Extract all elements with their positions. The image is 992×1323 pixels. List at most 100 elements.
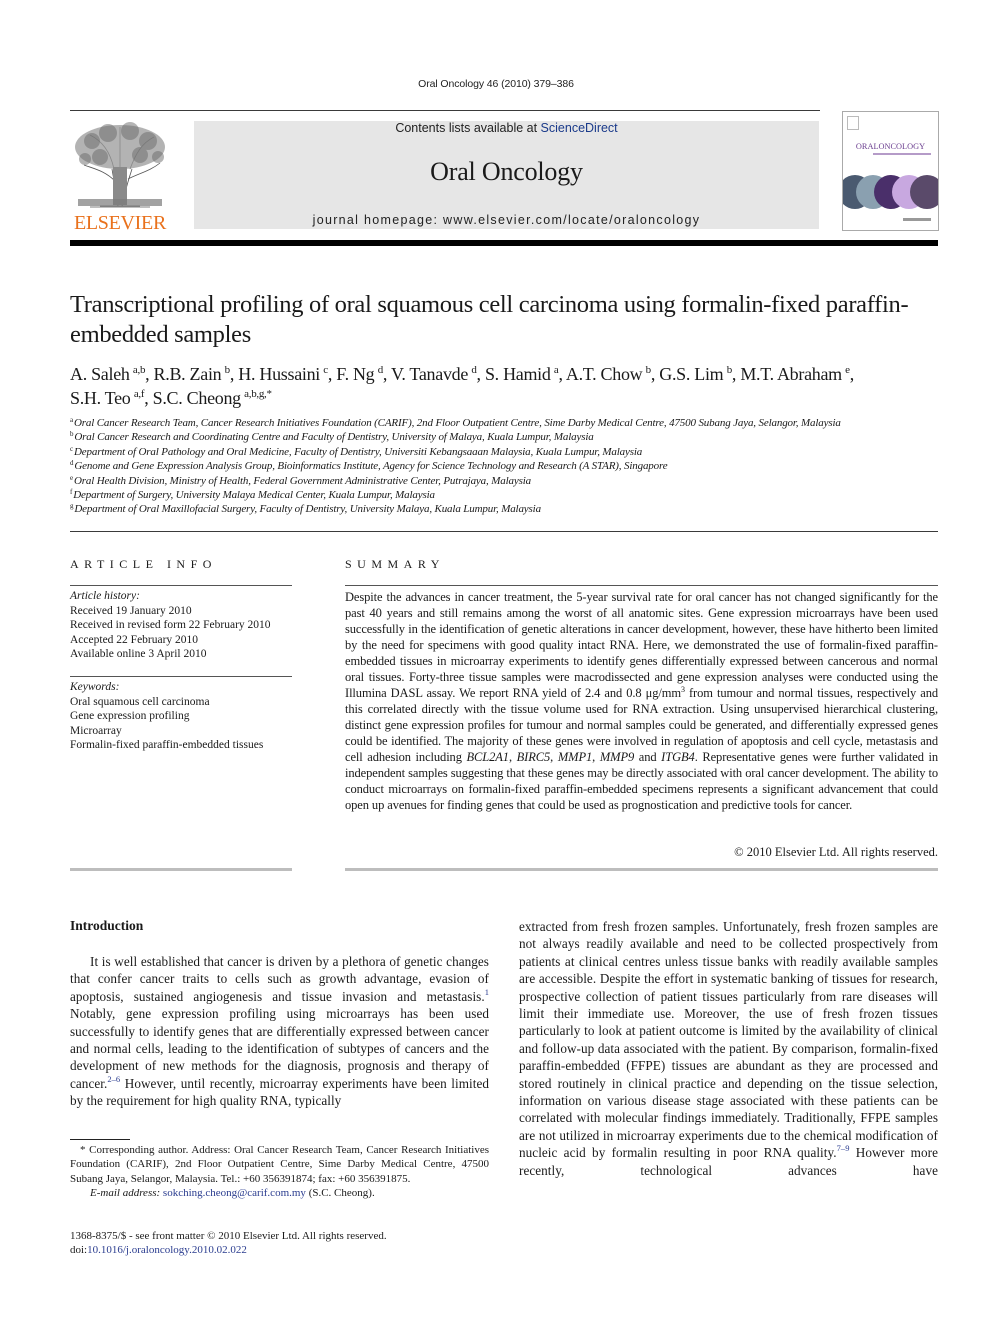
front-matter-text: 1368-8375/$ - see front matter © 2010 El… (70, 1230, 387, 1242)
header-rule (70, 110, 820, 111)
corresponding-author-text: * Corresponding author. Address: Oral Ca… (70, 1144, 489, 1185)
affiliation-key: a (70, 416, 73, 424)
footnote-rule (70, 1139, 130, 1140)
keyword: Gene expression profiling (70, 710, 190, 723)
keywords: Keywords: Oral squamous cell carcinoma G… (70, 680, 300, 753)
email-suffix: (S.C. Cheong). (305, 1187, 375, 1200)
reference-link[interactable]: 1 (485, 987, 489, 997)
affiliation-key: c (70, 444, 73, 453)
author-affiliation-marker[interactable]: d (471, 364, 477, 376)
author[interactable]: G.S. Lim (659, 364, 723, 384)
gene-name: BCL2A1 (466, 750, 510, 764)
email-link[interactable]: sokching.cheong@carif.com.my (163, 1187, 306, 1199)
affiliation: gDepartment of Oral Maxillofacial Surger… (70, 502, 950, 516)
author[interactable]: V. Tanavde (391, 364, 468, 384)
affiliation: dGenome and Gene Expression Analysis Gro… (70, 459, 950, 473)
summary-text: Despite the advances in cancer treatment… (345, 590, 938, 700)
article-info-bottom-rule (70, 868, 292, 871)
body-text: It is well established that cancer is dr… (70, 954, 489, 1004)
keyword: Oral squamous cell carcinoma (70, 695, 210, 708)
copyright-notice: © 2010 Elsevier Ltd. All rights reserved… (734, 845, 938, 859)
front-matter: 1368-8375/$ - see front matter © 2010 El… (70, 1229, 510, 1258)
author[interactable]: S.C. Cheong (153, 388, 242, 408)
author-affiliation-marker[interactable]: d (378, 364, 384, 376)
doi-link[interactable]: 10.1016/j.oraloncology.2010.02.022 (87, 1244, 247, 1256)
section-rule (70, 531, 938, 532)
reference-link[interactable]: 2–6 (107, 1074, 120, 1084)
affiliation-key: e (70, 473, 73, 482)
affiliation-text: Department of Surgery, University Malaya… (73, 489, 435, 502)
affiliation-text: Oral Health Division, Ministry of Health… (73, 474, 531, 487)
gene-name: MMP9 (599, 750, 635, 764)
author[interactable]: F. Ng (336, 364, 374, 384)
affiliation: fDepartment of Surgery, University Malay… (70, 488, 950, 502)
cover-subtitle-bar (873, 153, 931, 155)
affiliation-text: Oral Cancer Research and Coordinating Ce… (74, 431, 594, 444)
summary-heading: SUMMARY (345, 557, 445, 571)
body-text: However, until recently, microarray expe… (70, 1075, 489, 1109)
journal-cover-image: ORALONCOLOGY (842, 111, 939, 231)
separator: , (592, 750, 600, 764)
author-affiliation-marker[interactable]: b (727, 364, 733, 376)
gene-name: ITGB4 (661, 750, 695, 764)
affiliation-text: Genome and Gene Expression Analysis Grou… (74, 460, 668, 473)
masthead-thick-rule (70, 240, 938, 246)
affiliation-text: Oral Cancer Research Team, Cancer Resear… (73, 417, 841, 429)
history-revised: Received in revised form 22 February 201… (70, 619, 271, 632)
author-affiliation-marker[interactable]: a,b,g,* (244, 388, 272, 400)
corresponding-author-footnote: * Corresponding author. Address: Oral Ca… (70, 1143, 489, 1201)
contents-line: Contents lists available at ScienceDirec… (194, 121, 819, 135)
author[interactable]: S. Hamid (485, 364, 551, 384)
keywords-rule (70, 676, 292, 677)
affiliation-key: f (70, 488, 73, 497)
author-affiliation-marker[interactable]: a (554, 364, 559, 376)
author-affiliation-marker[interactable]: b (225, 364, 231, 376)
journal-homepage[interactable]: journal homepage: www.elsevier.com/locat… (194, 213, 819, 227)
affiliation-text: Department of Oral Maxillofacial Surgery… (74, 503, 541, 516)
doi-prefix: doi: (70, 1244, 88, 1257)
affiliation-key: b (70, 430, 74, 439)
article-history-label: Article history: (70, 590, 140, 602)
separator: and (634, 750, 662, 764)
sciencedirect-link[interactable]: ScienceDirect (541, 121, 618, 135)
body-column-left: It is well established that cancer is dr… (70, 953, 489, 1110)
contents-prefix: Contents lists available at (395, 121, 541, 135)
author[interactable]: M.T. Abraham (740, 364, 842, 384)
elsevier-wordmark: ELSEVIER (73, 212, 167, 234)
affiliation: aOral Cancer Research Team, Cancer Resea… (70, 416, 950, 430)
journal-title: Oral Oncology (430, 157, 583, 186)
separator: , (550, 750, 558, 764)
author[interactable]: A.T. Chow (566, 364, 643, 384)
author[interactable]: A. Saleh (70, 364, 130, 384)
author-affiliation-marker[interactable]: a,f (134, 388, 145, 400)
cover-title: ORALONCOLOGY (855, 142, 926, 151)
summary-abstract: Despite the advances in cancer treatment… (345, 589, 938, 813)
author-affiliation-marker[interactable]: b (646, 364, 652, 376)
article-info-rule (70, 585, 292, 586)
affiliation: eOral Health Division, Ministry of Healt… (70, 474, 950, 488)
affiliation: cDepartment of Oral Pathology and Oral M… (70, 445, 950, 459)
summary-bottom-rule (345, 868, 938, 871)
keyword: Microarray (70, 724, 122, 737)
cover-logos (903, 218, 931, 221)
separator: , (508, 750, 517, 764)
keywords-label: Keywords: (70, 681, 120, 693)
body-column-right: extracted from fresh frozen samples. Unf… (519, 918, 938, 1179)
affiliation-key: g (70, 502, 74, 511)
author-list: A. Saleh a,b, R.B. Zain b, H. Hussaini c… (70, 364, 854, 408)
author[interactable]: S.H. Teo (70, 388, 131, 408)
body-text: extracted from fresh frozen samples. Unf… (519, 919, 938, 1161)
summary-rule (345, 585, 938, 586)
history-accepted: Accepted 22 February 2010 (70, 633, 199, 646)
author-affiliation-marker[interactable]: e (845, 364, 850, 376)
author[interactable]: H. Hussaini (238, 364, 320, 384)
author[interactable]: R.B. Zain (154, 364, 222, 384)
article-title: Transcriptional profiling of oral squamo… (70, 291, 909, 348)
article-history: Article history: Received 19 January 201… (70, 589, 300, 662)
author-affiliation-marker[interactable]: a,b (133, 364, 146, 376)
history-received: Received 19 January 2010 (70, 604, 192, 617)
author-affiliation-marker[interactable]: c (323, 364, 328, 376)
article-info-heading: ARTICLE INFO (70, 557, 217, 571)
journal-citation: Oral Oncology 46 (2010) 379–386 (418, 78, 574, 90)
reference-link[interactable]: 7–9 (837, 1143, 850, 1153)
